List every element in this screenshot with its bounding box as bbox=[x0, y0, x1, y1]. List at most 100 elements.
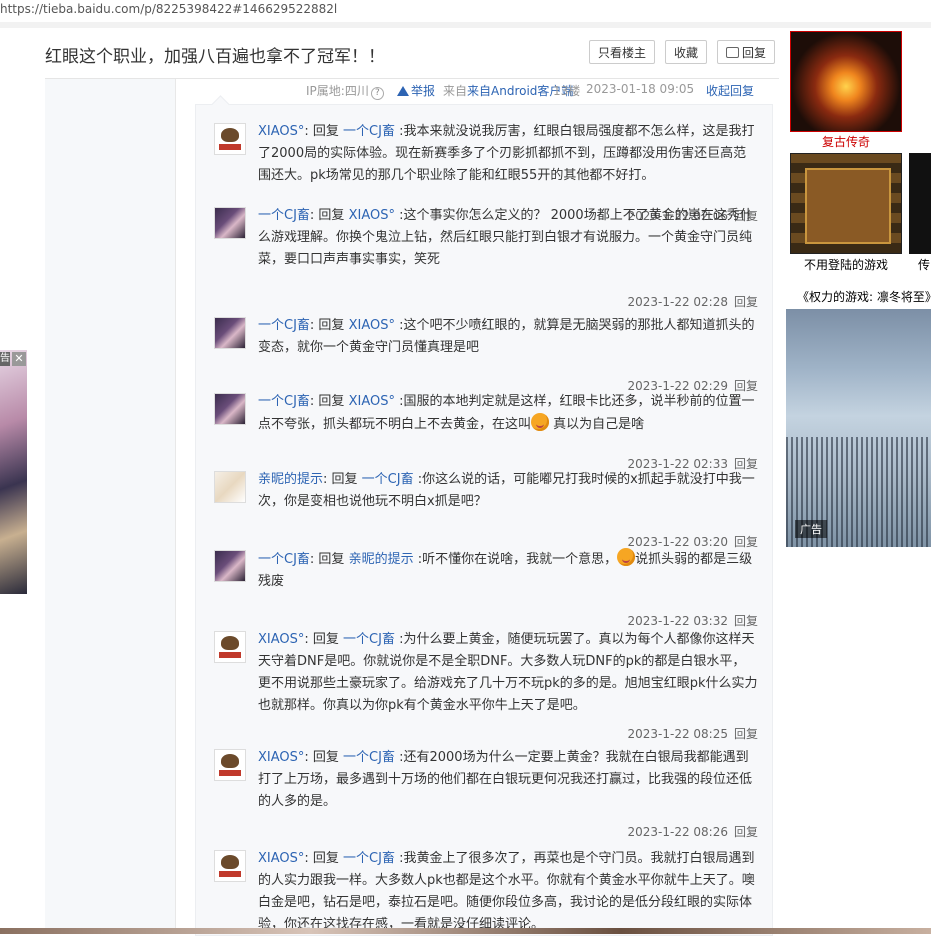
girl-avatar[interactable] bbox=[214, 393, 246, 425]
bottom-strip bbox=[0, 928, 931, 934]
reply-verb: : 回复 bbox=[304, 632, 344, 647]
sub-reply-text: 亲昵的提示: 回复 一个CJ畜 :你这么说的话，可能嘟兄打我时候的x抓起手就没打… bbox=[258, 469, 758, 513]
thread-main: 红眼这个职业，加强八百遍也拿不了冠军！！ 只看楼主 收藏 回复 IP属地:四川?… bbox=[27, 28, 785, 936]
address-bar[interactable]: https://tieba.baidu.com/p/8225398422#146… bbox=[0, 0, 931, 23]
sub-reply-text: 一个CJ畜: 回复 XIAOS° :这个吧不少喷红眼的，就算是无脑哭弱的那批人都… bbox=[258, 315, 758, 359]
ip-text: IP属地:四川 bbox=[306, 84, 369, 98]
floor-time: 2023-01-18 09:05 bbox=[586, 82, 695, 96]
ad-image-legend[interactable] bbox=[790, 31, 902, 132]
reply-verb: : 回复 bbox=[309, 208, 349, 223]
reply-time: 2023-1-22 08:25 bbox=[627, 727, 728, 741]
source-prefix: 来自 bbox=[443, 84, 468, 98]
reply-author[interactable]: XIAOS° bbox=[258, 750, 304, 765]
ad-label: 广告 bbox=[795, 520, 827, 538]
ad-image-game[interactable] bbox=[790, 153, 902, 254]
reply-verb: : 回复 bbox=[309, 394, 349, 409]
sub-reply-panel: XIAOS°: 回复 一个CJ畜 :我本来就没说我厉害，红眼白银局强度都不怎么样… bbox=[195, 95, 773, 936]
floor-number: 13楼 bbox=[553, 84, 581, 98]
reply-time-row: 2023-1-22 08:25 回复 bbox=[627, 725, 758, 742]
smirk-emoji-icon bbox=[531, 413, 550, 431]
reply-verb: : 回复 bbox=[304, 124, 344, 139]
bear-avatar[interactable] bbox=[214, 123, 246, 155]
only-op-button[interactable]: 只看楼主 bbox=[589, 40, 655, 64]
reply-link[interactable]: 回复 bbox=[734, 535, 758, 549]
girl-avatar[interactable] bbox=[214, 317, 246, 349]
sub-reply-text: 一个CJ畜: 回复 XIAOS° :这个事实你怎么定义的？ 2000场都上不了黄… bbox=[258, 205, 758, 271]
reply-author[interactable]: 亲昵的提示 bbox=[258, 472, 323, 487]
reply-target[interactable]: XIAOS° bbox=[349, 318, 395, 333]
ad-caption-got[interactable]: 《权力的游戏: 凛冬将至》 bbox=[797, 288, 931, 305]
smirk-emoji-icon bbox=[617, 548, 636, 566]
reply-verb: : 回复 bbox=[304, 750, 344, 765]
light-avatar[interactable] bbox=[214, 471, 246, 503]
report-label: 举报 bbox=[411, 84, 436, 98]
reply-author[interactable]: XIAOS° bbox=[258, 632, 304, 647]
ad-caption-game[interactable]: 不用登陆的游戏 bbox=[790, 256, 902, 273]
reply-author[interactable]: 一个CJ畜 bbox=[258, 208, 310, 223]
reply-link[interactable]: 回复 bbox=[734, 614, 758, 628]
sub-reply-text: XIAOS°: 回复 一个CJ畜 :为什么要上黄金，随便玩玩罢了。真以为每个人都… bbox=[258, 629, 758, 717]
thread-title: 红眼这个职业，加强八百遍也拿不了冠军！！ bbox=[45, 47, 385, 67]
reply-target[interactable]: 一个CJ畜 bbox=[343, 124, 395, 139]
sub-reply-text: 一个CJ畜: 回复 亲昵的提示 :听不懂你在说啥，我就一个意思， 说抓头弱的都是三… bbox=[258, 548, 758, 593]
game-ui-panel bbox=[805, 168, 891, 244]
reply-target[interactable]: 一个CJ畜 bbox=[343, 632, 395, 647]
reply-verb: : 回复 bbox=[309, 552, 349, 567]
reply-body: :听不懂你在说啥，我就一个意思， bbox=[413, 552, 618, 567]
panel-pointer bbox=[211, 95, 230, 114]
left-ad-label: 告 bbox=[0, 352, 10, 366]
reply-time: 2023-1-22 02:28 bbox=[627, 295, 728, 309]
reply-time-row: 2023-1-22 02:28 回复 bbox=[627, 293, 758, 310]
reply-time: 2023-1-22 03:20 bbox=[627, 535, 728, 549]
reply-target[interactable]: 一个CJ畜 bbox=[343, 750, 395, 765]
sub-reply-text: XIAOS°: 回复 一个CJ畜 :还有2000场为什么一定要上黄金？我就在白银… bbox=[258, 747, 758, 813]
reply-target[interactable]: XIAOS° bbox=[349, 208, 395, 223]
reply-target[interactable]: 一个CJ畜 bbox=[343, 851, 395, 866]
reply-target[interactable]: 亲昵的提示 bbox=[349, 552, 414, 567]
reply-verb: : 回复 bbox=[323, 472, 362, 487]
favorite-button[interactable]: 收藏 bbox=[665, 40, 707, 64]
bear-avatar[interactable] bbox=[214, 631, 246, 663]
reply-target[interactable]: XIAOS° bbox=[349, 394, 395, 409]
ad-image-got[interactable] bbox=[786, 309, 931, 547]
ad-caption-partial[interactable]: 传 bbox=[918, 256, 930, 273]
reply-verb: : 回复 bbox=[309, 318, 349, 333]
sub-reply-text: XIAOS°: 回复 一个CJ畜 :我本来就没说我厉害，红眼白银局强度都不怎么样… bbox=[258, 121, 758, 187]
ip-location: IP属地:四川? bbox=[306, 82, 384, 100]
left-floating-ad[interactable] bbox=[0, 350, 27, 594]
collapse-replies-link[interactable]: 收起回复 bbox=[706, 82, 754, 99]
reply-body-tail: 真以为自己是啥 bbox=[549, 417, 645, 432]
sub-reply-text: 一个CJ畜: 回复 XIAOS° :国服的本地判定就是这样，红眼卡比还多，说半秒… bbox=[258, 391, 758, 436]
ad-caption-legend[interactable]: 复古传奇 bbox=[790, 133, 902, 150]
reply-target[interactable]: 一个CJ畜 bbox=[362, 472, 414, 487]
reply-author[interactable]: 一个CJ畜 bbox=[258, 394, 310, 409]
reply-author[interactable]: XIAOS° bbox=[258, 851, 304, 866]
reply-author[interactable]: 一个CJ畜 bbox=[258, 552, 310, 567]
reply-author[interactable]: XIAOS° bbox=[258, 124, 304, 139]
right-sidebar: 复古传奇 不用登陆的游戏 传 《权力的游戏: 凛冬将至》 广告 bbox=[785, 28, 931, 934]
reply-link[interactable]: 回复 bbox=[734, 825, 758, 839]
left-ad-close-icon[interactable]: ✕ bbox=[12, 352, 26, 366]
author-column bbox=[45, 79, 176, 934]
girl-avatar[interactable] bbox=[214, 550, 246, 582]
reply-time-row: 2023-1-22 08:26 回复 bbox=[627, 823, 758, 840]
help-icon[interactable]: ? bbox=[370, 87, 384, 100]
reply-link[interactable]: 回复 bbox=[734, 295, 758, 309]
report-link[interactable]: 举报 bbox=[397, 82, 435, 99]
ad-image-partial[interactable] bbox=[909, 153, 931, 254]
reply-author[interactable]: 一个CJ畜 bbox=[258, 318, 310, 333]
comment-icon bbox=[725, 47, 739, 58]
reply-time: 2023-1-22 08:26 bbox=[627, 825, 728, 839]
reply-button[interactable]: 回复 bbox=[717, 40, 775, 64]
bear-avatar[interactable] bbox=[214, 749, 246, 781]
url-text: https://tieba.baidu.com/p/8225398422#146… bbox=[0, 2, 338, 16]
bear-avatar[interactable] bbox=[214, 850, 246, 882]
reply-verb: : 回复 bbox=[304, 851, 344, 866]
sub-reply-text: XIAOS°: 回复 一个CJ畜 :我黄金上了很多次了，再菜也是个守门员。我就打… bbox=[258, 848, 758, 936]
girl-avatar[interactable] bbox=[214, 207, 246, 239]
warning-icon bbox=[397, 86, 409, 96]
reply-link[interactable]: 回复 bbox=[734, 727, 758, 741]
reply-button-label: 回复 bbox=[741, 46, 766, 60]
reply-time: 2023-1-22 03:32 bbox=[627, 614, 728, 628]
reply-time-row: 2023-1-22 03:32 回复 bbox=[627, 612, 758, 629]
